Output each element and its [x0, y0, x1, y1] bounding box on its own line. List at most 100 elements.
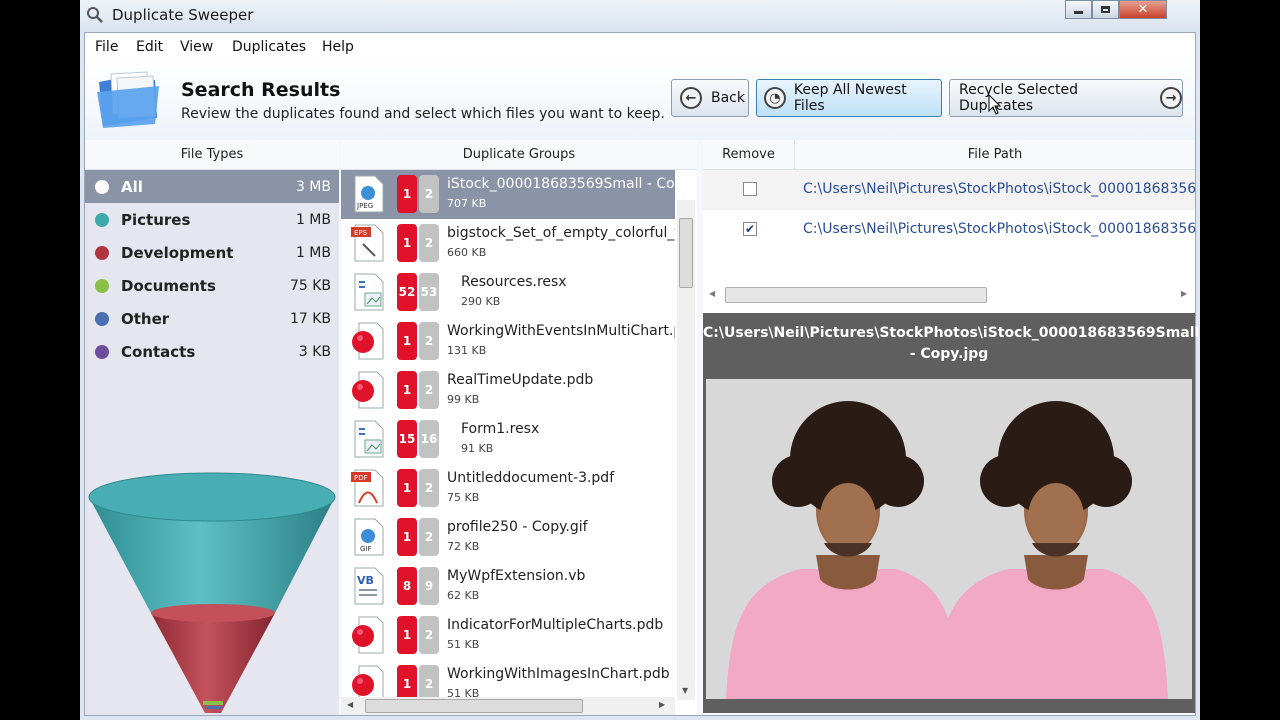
- page-title: Search Results: [181, 79, 341, 101]
- funnel-segment-development: [151, 613, 275, 713]
- maximize-button[interactable]: [1092, 0, 1119, 19]
- file-type-pictures[interactable]: Pictures 1 MB: [85, 203, 339, 236]
- resx-icon: [354, 273, 384, 311]
- scrollbar-thumb[interactable]: [365, 699, 583, 713]
- file-type-size: 3 MB: [295, 178, 331, 195]
- group-file-name: MyWpfExtension.vb: [447, 568, 586, 584]
- duplicate-group-row[interactable]: GIF 1 2 profile250 - Copy.gif 72 KB: [341, 513, 675, 562]
- group-copies-badge: 1: [397, 469, 417, 507]
- page-subtitle: Review the duplicates found and select w…: [181, 106, 665, 122]
- file-list-horizontal-scrollbar[interactable]: ◀ ▶: [703, 286, 1195, 304]
- scroll-left-arrow-icon[interactable]: ◀: [347, 700, 353, 709]
- group-file-size: 707 KB: [447, 197, 487, 210]
- back-button-label: Back: [711, 90, 745, 106]
- pdb-icon: [352, 616, 384, 654]
- duplicate-group-row[interactable]: 1 2 WorkingWithEventsInMultiChart.pdb 13…: [341, 317, 675, 366]
- menu-view[interactable]: View: [180, 39, 213, 55]
- duplicate-group-row[interactable]: 52 53 Resources.resx 290 KB: [341, 268, 675, 317]
- file-type-size: 3 KB: [298, 343, 331, 360]
- scrollbar-thumb[interactable]: [725, 287, 987, 303]
- group-file-name: profile250 - Copy.gif: [447, 519, 588, 535]
- file-list-panel: C:\Users\Neil\Pictures\StockPhotos\iStoc…: [703, 170, 1195, 313]
- svg-text:EPS: EPS: [354, 229, 368, 237]
- scroll-right-arrow-icon[interactable]: ▶: [1181, 289, 1187, 298]
- file-type-funnel-chart: [88, 472, 336, 713]
- preview-image: [706, 379, 1192, 699]
- scrollbar-thumb[interactable]: [679, 218, 693, 288]
- file-type-contacts[interactable]: Contacts 3 KB: [85, 335, 339, 368]
- duplicate-group-row[interactable]: VB 8 9 MyWpfExtension.vb 62 KB: [341, 562, 675, 611]
- menu-edit[interactable]: Edit: [136, 39, 163, 55]
- group-file-size: 72 KB: [447, 540, 480, 553]
- group-file-size: 99 KB: [447, 393, 480, 406]
- file-type-size: 17 KB: [289, 310, 331, 327]
- file-type-development[interactable]: Development 1 MB: [85, 236, 339, 269]
- svg-text:JPEG: JPEG: [356, 202, 373, 210]
- back-button[interactable]: ← Back: [671, 79, 749, 117]
- group-total-badge: 9: [419, 567, 439, 605]
- file-list-row[interactable]: ✔ C:\Users\Neil\Pictures\StockPhotos\iSt…: [703, 210, 1195, 250]
- duplicate-group-row[interactable]: JPEG 1 2 iStock_000018683569Small - Copy…: [341, 170, 675, 219]
- folder-icon: [97, 71, 159, 128]
- group-file-name: Untitleddocument-3.pdf: [447, 470, 615, 486]
- group-copies-badge: 15: [397, 420, 417, 458]
- funnel-segment-other: [205, 706, 221, 709]
- file-list-row[interactable]: C:\Users\Neil\Pictures\StockPhotos\iStoc…: [703, 170, 1195, 210]
- arrow-left-icon: ←: [680, 87, 702, 109]
- group-file-name: RealTimeUpdate.pdb: [447, 372, 594, 388]
- group-copies-badge: 1: [397, 371, 417, 409]
- duplicate-group-row[interactable]: 1 2 RealTimeUpdate.pdb 99 KB: [341, 366, 675, 415]
- close-button[interactable]: ✕: [1119, 0, 1167, 19]
- menu-duplicates[interactable]: Duplicates: [232, 39, 306, 55]
- arrow-right-icon: →: [1160, 87, 1182, 109]
- file-type-documents[interactable]: Documents 75 KB: [85, 269, 339, 302]
- group-total-badge: 2: [419, 469, 439, 507]
- duplicate-groups-horizontal-scrollbar[interactable]: ◀ ▶: [341, 697, 675, 715]
- menu-file[interactable]: File: [95, 39, 118, 55]
- group-total-badge: 53: [419, 273, 439, 311]
- group-file-size: 131 KB: [447, 344, 487, 357]
- file-path: C:\Users\Neil\Pictures\StockPhotos\iStoc…: [803, 221, 1195, 237]
- group-total-badge: 16: [419, 420, 439, 458]
- pdb-icon: [352, 322, 384, 360]
- minimize-icon: [1074, 10, 1083, 14]
- file-type-label: Other: [121, 309, 170, 328]
- file-type-dot: [95, 344, 109, 359]
- keep-all-newest-label: Keep All Newest Files: [793, 82, 907, 114]
- scroll-down-arrow-icon[interactable]: ▼: [682, 686, 688, 695]
- search-results-header: Search Results Review the duplicates fou…: [85, 60, 1195, 140]
- recycle-selected-button[interactable]: Recycle Selected Duplicates →: [949, 79, 1183, 117]
- file-type-size: 1 MB: [295, 211, 331, 228]
- remove-column-header[interactable]: Remove: [703, 140, 795, 170]
- resx-icon: [354, 420, 384, 458]
- duplicate-group-row[interactable]: PDF 1 2 Untitleddocument-3.pdf 75 KB: [341, 464, 675, 513]
- file-path-column-header[interactable]: File Path: [795, 140, 1195, 170]
- group-copies-badge: 8: [397, 567, 417, 605]
- group-file-name: WorkingWithImagesInChart.pdb: [447, 666, 670, 682]
- group-file-size: 51 KB: [447, 638, 480, 651]
- file-type-other[interactable]: Other 17 KB: [85, 302, 339, 335]
- scroll-left-arrow-icon[interactable]: ◀: [709, 289, 715, 298]
- file-type-size: 75 KB: [289, 277, 331, 294]
- duplicate-group-row[interactable]: 15 16 Form1.resx 91 KB: [341, 415, 675, 464]
- group-file-name: WorkingWithEventsInMultiChart.pdb: [447, 323, 675, 339]
- menu-help[interactable]: Help: [322, 39, 354, 55]
- app-window: Duplicate Sweeper ✕ File Edit View Dupli…: [80, 0, 1200, 720]
- group-total-badge: 2: [419, 518, 439, 556]
- scroll-right-arrow-icon[interactable]: ▶: [659, 700, 665, 709]
- remove-checkbox[interactable]: [743, 182, 757, 196]
- file-type-size: 1 MB: [295, 244, 331, 261]
- file-type-label: Contacts: [121, 342, 196, 361]
- keep-all-newest-button[interactable]: ◔ Keep All Newest Files: [756, 79, 942, 117]
- image-preview-panel: C:\Users\Neil\Pictures\StockPhotos\iStoc…: [703, 313, 1199, 713]
- group-file-name: iStock_000018683569Small - Copy.jpg: [447, 176, 675, 192]
- pdf-icon: PDF: [351, 469, 384, 507]
- file-type-dot: [95, 278, 109, 293]
- duplicate-group-row[interactable]: 1 2 IndicatorForMultipleCharts.pdb 51 KB: [341, 611, 675, 660]
- group-file-name: Resources.resx: [461, 274, 567, 290]
- file-type-all[interactable]: All 3 MB: [85, 170, 339, 203]
- duplicate-group-row[interactable]: EPS 1 2 bigstock_Set_of_empty_colorful_t…: [341, 219, 675, 268]
- minimize-button[interactable]: [1065, 0, 1092, 19]
- duplicate-groups-vertical-scrollbar[interactable]: ▼: [677, 200, 695, 700]
- remove-checkbox[interactable]: ✔: [743, 222, 757, 236]
